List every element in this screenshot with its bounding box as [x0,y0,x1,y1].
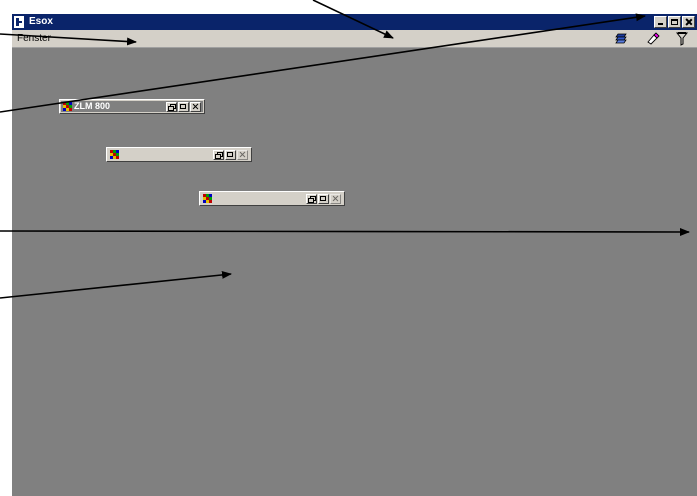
maximize-button[interactable] [318,194,329,204]
mdi-title: Protokoll [214,193,254,203]
mdi-caption[interactable]: Kartei [108,149,250,160]
app-title: Esox [29,16,53,27]
layers-icon[interactable] [615,32,628,45]
close-button[interactable] [237,150,248,160]
minimize-button[interactable] [654,16,667,28]
mdi-controls [213,150,248,160]
mdi-title: Kartei [121,149,147,159]
esox-application-window: Esox Fenster ZLM 800 Kartei Protokoll [12,14,697,496]
maximize-button[interactable] [225,150,236,160]
mdi-window-kartei[interactable]: Kartei [106,147,252,162]
app-icon[interactable] [14,16,24,28]
pencil-eraser-icon[interactable] [646,32,660,45]
close-button[interactable] [190,102,201,112]
menu-fenster[interactable]: Fenster [17,33,51,44]
books-icon [110,150,119,159]
mdi-controls [166,102,201,112]
window-controls [654,16,695,28]
maximize-button[interactable] [178,102,189,112]
restore-button[interactable] [213,150,224,160]
menubar: Fenster [12,30,697,48]
restore-button[interactable] [166,102,177,112]
app-titlebar[interactable]: Esox [12,14,697,30]
filter-icon[interactable] [676,32,688,46]
restore-button[interactable] [306,194,317,204]
maximize-button[interactable] [668,16,681,28]
mdi-controls [306,194,341,204]
close-button[interactable] [330,194,341,204]
mdi-window-protokoll[interactable]: Protokoll [199,191,345,206]
books-icon [63,102,72,111]
mdi-caption[interactable]: Protokoll [201,193,343,204]
close-button[interactable] [682,16,695,28]
mdi-title: ZLM 800 [74,101,111,111]
books-icon [203,194,212,203]
mdi-caption[interactable]: ZLM 800 [61,101,203,112]
mdi-window-zlm800[interactable]: ZLM 800 [59,99,205,114]
